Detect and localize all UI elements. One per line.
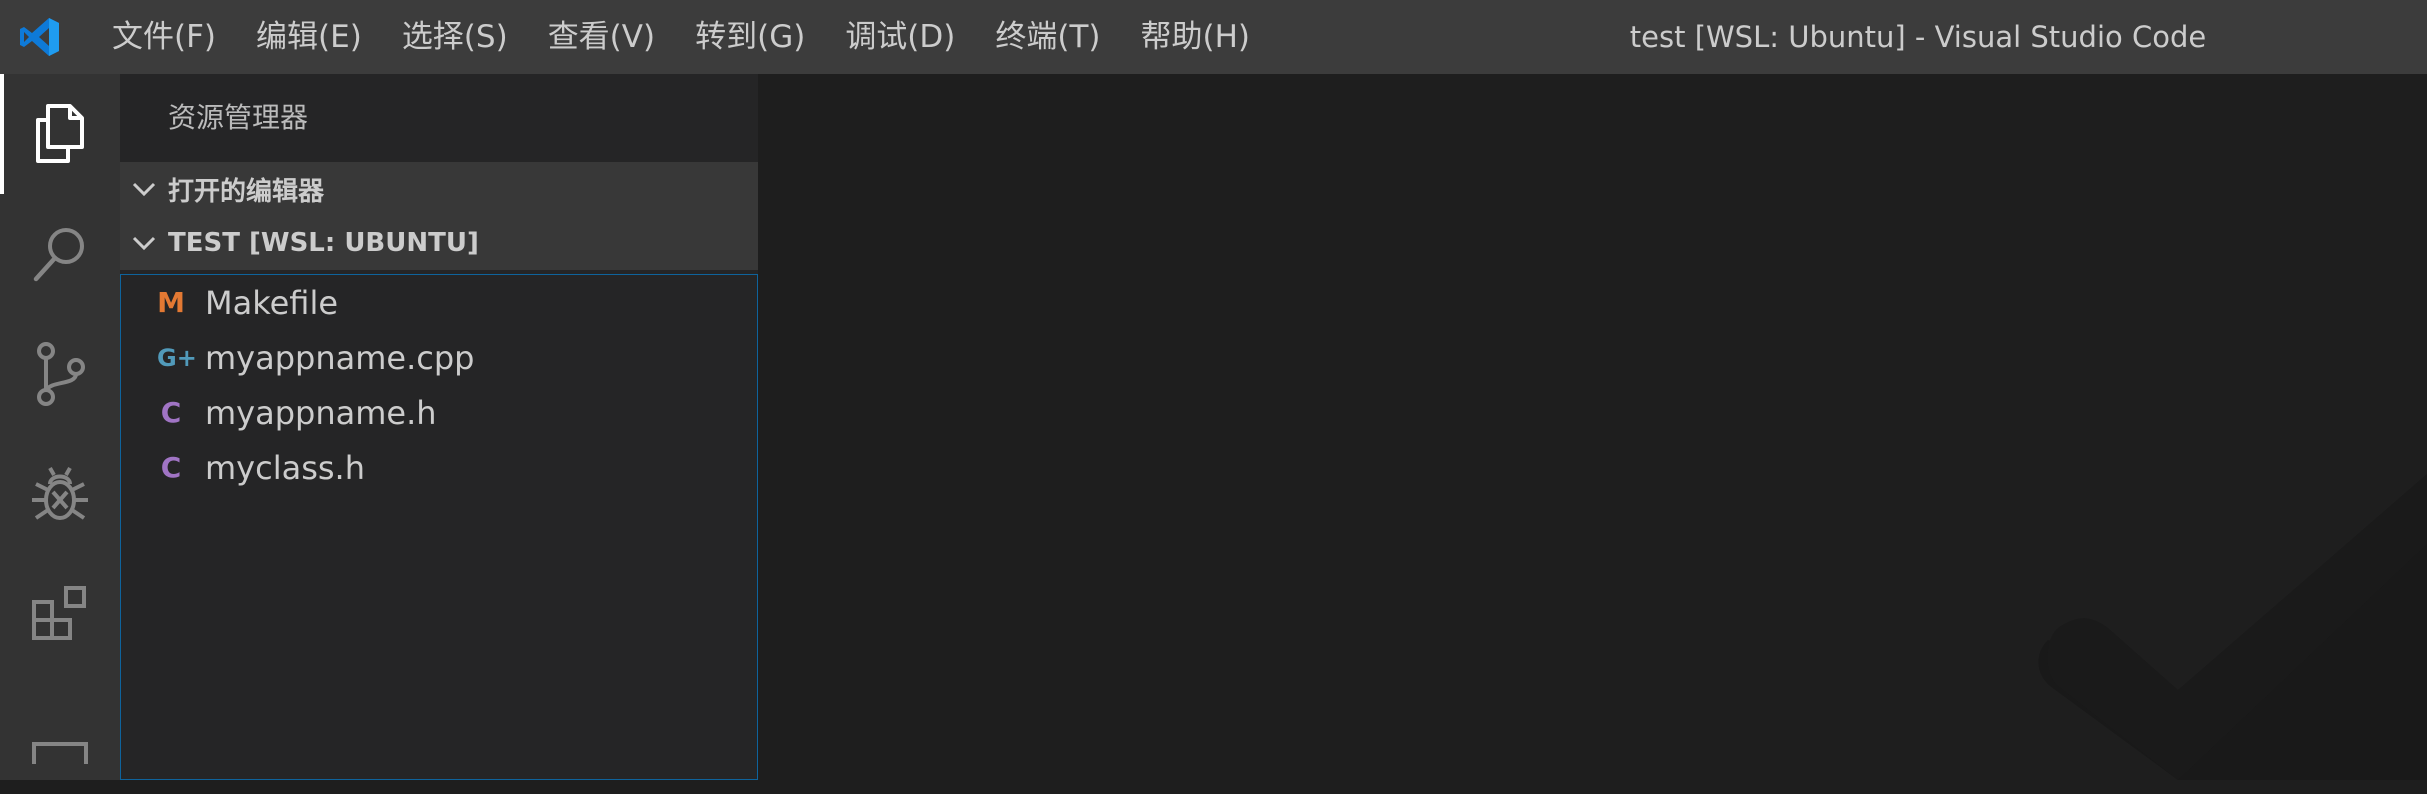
makefile-icon: M (157, 286, 185, 319)
open-editors-label: 打开的编辑器 (168, 176, 325, 207)
menu-selection[interactable]: 选择(S) (382, 0, 528, 74)
activity-bar (0, 74, 120, 780)
menu-file[interactable]: 文件(F) (92, 0, 236, 74)
menu-go[interactable]: 转到(G) (675, 0, 825, 74)
c-header-file-icon: C (160, 396, 182, 429)
c-header-file-icon: C (160, 451, 182, 484)
activity-explorer[interactable] (0, 74, 120, 194)
menu-bar: 文件(F) 编辑(E) 选择(S) 查看(V) 转到(G) 调试(D) 终端(T… (92, 0, 1270, 74)
menu-view[interactable]: 查看(V) (528, 0, 675, 74)
chevron-down-icon (120, 233, 168, 253)
window-title: test [WSL: Ubuntu] - Visual Studio Code (1629, 20, 2207, 54)
workspace-label: TEST [WSL: UBUNTU] (168, 228, 479, 258)
workspace-section-header[interactable]: TEST [WSL: UBUNTU] (120, 216, 758, 270)
activity-source-control[interactable] (0, 314, 120, 434)
search-icon (33, 228, 84, 282)
file-name: Makefile (205, 283, 339, 322)
menu-help[interactable]: 帮助(H) (1121, 0, 1271, 74)
remote-explorer-icon (32, 742, 88, 764)
file-item[interactable]: C myappname.h (121, 385, 757, 440)
chevron-down-icon (120, 179, 168, 199)
menu-edit[interactable]: 编辑(E) (236, 0, 382, 74)
activity-debug[interactable] (0, 434, 120, 554)
file-item[interactable]: C myclass.h (121, 440, 757, 495)
extensions-icon (32, 586, 86, 640)
open-editors-section-header[interactable]: 打开的编辑器 (120, 162, 758, 216)
source-control-icon (37, 342, 85, 406)
vscode-watermark-icon (2038, 474, 2427, 780)
cpp-file-icon: G+ (157, 343, 197, 372)
editor-area[interactable] (758, 74, 2427, 780)
menu-terminal[interactable]: 终端(T) (975, 0, 1120, 74)
debug-icon (32, 467, 88, 520)
title-bar: 文件(F) 编辑(E) 选择(S) 查看(V) 转到(G) 调试(D) 终端(T… (0, 0, 2427, 74)
file-tree: M Makefile G+ myappname.cpp C myappname.… (120, 274, 758, 780)
activity-search[interactable] (0, 194, 120, 314)
vscode-logo-icon (20, 18, 59, 56)
activity-remote-explorer[interactable] (0, 674, 120, 794)
file-name: myappname.h (205, 393, 437, 432)
menu-debug[interactable]: 调试(D) (825, 0, 975, 74)
activity-extensions[interactable] (0, 554, 120, 674)
sidebar-title: 资源管理器 (168, 101, 309, 134)
file-item[interactable]: M Makefile (121, 275, 757, 330)
file-name: myappname.cpp (205, 338, 475, 377)
file-item[interactable]: G+ myappname.cpp (121, 330, 757, 385)
file-name: myclass.h (205, 448, 365, 487)
explorer-sidebar: 资源管理器 打开的编辑器 TEST [WSL: UBUNTU] M Makefi… (120, 74, 758, 780)
explorer-icon (36, 104, 84, 163)
